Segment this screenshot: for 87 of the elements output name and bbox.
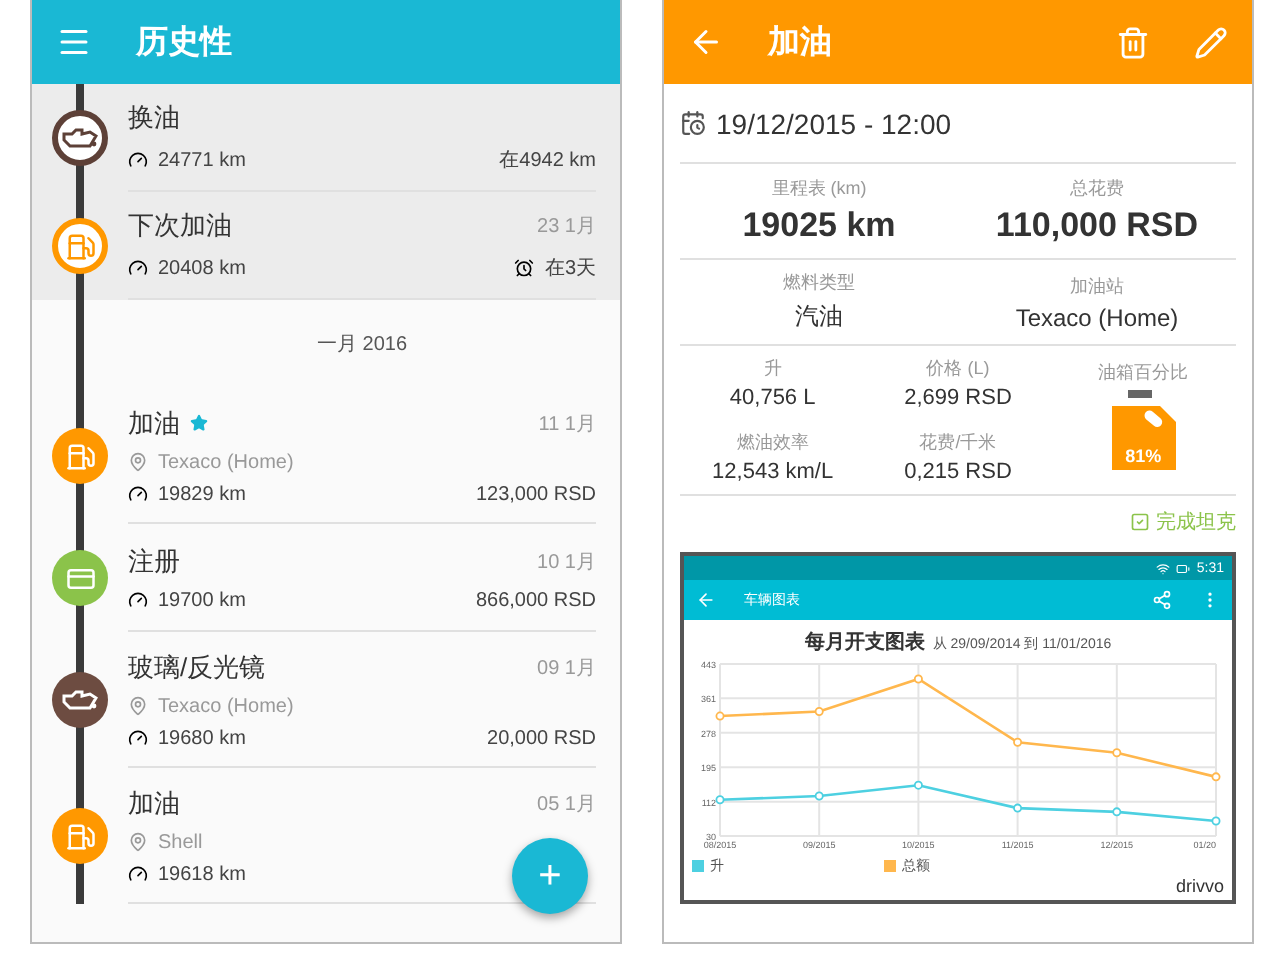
station-name: Shell: [158, 831, 203, 853]
stat-value: 汽油: [795, 300, 843, 334]
fuel-pump-icon: [65, 231, 95, 261]
due-text: 在4942 km: [499, 148, 596, 174]
data-point: [715, 795, 725, 805]
fuel-tank-icon: [1107, 389, 1180, 473]
data-point: [1211, 772, 1221, 782]
stat-label: 升: [763, 356, 782, 382]
app-logo: drivvo: [1173, 876, 1226, 900]
stat-label: 里程表 (km): [771, 176, 867, 202]
odometer-reading: 19680 km: [158, 727, 246, 749]
stat-label: 加油站: [1070, 273, 1124, 299]
odometer-icon: [128, 258, 148, 278]
fuel-pump-icon: [65, 821, 95, 851]
data-point: [814, 707, 824, 716]
entry-date: 05 1月: [537, 791, 596, 817]
stat-label: 燃料类型: [783, 270, 855, 296]
entry-date: 23 1月: [537, 214, 596, 240]
calendar-icon: [680, 110, 706, 136]
odometer-reading: 24771 km: [158, 149, 246, 171]
stat-value: Texaco (Home): [1015, 303, 1179, 331]
data-point: [1112, 807, 1122, 817]
date-time: 19/12/2015 - 12:00: [716, 107, 952, 139]
stat-label: 价格 (L): [926, 356, 990, 382]
entry-date: 11 1月: [538, 411, 596, 437]
odometer-icon: [128, 590, 148, 610]
data-point: [814, 791, 824, 801]
data-point: [913, 674, 923, 684]
screen-title: 历史性: [136, 23, 234, 63]
stat-value: 0,215 RSD: [904, 460, 1012, 484]
menu-icon[interactable]: [56, 24, 92, 60]
data-point: [1112, 748, 1122, 758]
fuel-pump-icon: [65, 441, 95, 471]
entry-title: 换油: [128, 100, 180, 136]
odometer-icon: [128, 484, 148, 504]
screen-title: 加油: [768, 23, 834, 63]
odometer-reading: 19618 km: [158, 863, 246, 885]
back-icon[interactable]: [688, 24, 724, 60]
back-icon: [696, 590, 716, 610]
entry-title: 玻璃/反光镜: [128, 649, 266, 685]
data-point: [1211, 816, 1221, 826]
tank-percentage: 81%: [1125, 445, 1162, 465]
entry-date: 10 1月: [537, 549, 596, 575]
odometer-icon: [128, 728, 148, 748]
chart-title: 每月开支图表: [804, 629, 925, 656]
location-icon: [128, 696, 148, 716]
stat-value: 40,756 L: [729, 386, 816, 410]
stat-value: 12,543 km/L: [712, 460, 834, 484]
stat-value: 110,000 RSD: [995, 206, 1199, 246]
odometer-icon: [128, 150, 148, 170]
station-name: Texaco (Home): [158, 451, 294, 473]
full-tank-label: 完成坦克: [1156, 509, 1236, 536]
data-point: [715, 711, 725, 721]
stat-label: 花费/千米: [919, 430, 997, 456]
share-icon: [1152, 590, 1172, 610]
edit-icon[interactable]: [1194, 25, 1228, 59]
entry-title: 注册: [128, 543, 180, 579]
location-icon: [128, 452, 148, 472]
data-point: [1013, 737, 1023, 747]
odometer-reading: 19829 km: [158, 483, 246, 505]
location-icon: [128, 832, 148, 852]
entry-title: 下次加油: [128, 208, 232, 244]
data-point: [1013, 803, 1023, 813]
card-icon: [65, 563, 95, 593]
stat-label: 总花费: [1070, 176, 1124, 202]
station-name: Texaco (Home): [158, 695, 294, 717]
odometer-reading: 19700 km: [158, 589, 246, 611]
odometer-icon: [128, 864, 148, 884]
entry-amount: 20,000 RSD: [487, 727, 596, 749]
stat-value: 2,699 RSD: [904, 386, 1012, 410]
entry-title: 加油: [128, 785, 180, 821]
wifi-icon: [1156, 561, 1171, 575]
stat-label: 燃油效率: [736, 430, 809, 456]
entry-amount: 123,000 RSD: [475, 483, 596, 505]
month-header: 一月 2016: [316, 332, 408, 358]
battery-icon: [1176, 561, 1191, 575]
entry-amount: 866,000 RSD: [475, 589, 596, 611]
due-text: 在3天: [544, 256, 596, 282]
delete-icon[interactable]: [1116, 25, 1150, 59]
history-entry[interactable]: 下次加油 23 1月 20408 km 在3天: [32, 192, 620, 300]
data-point: [913, 780, 923, 790]
history-entry[interactable]: 换油 24771 km 在4942 km: [32, 84, 620, 192]
odometer-reading: 20408 km: [158, 257, 246, 279]
entry-title: 加油: [128, 405, 180, 441]
stat-label: 油箱百分比: [1098, 359, 1189, 385]
stat-value: 19025 km: [742, 206, 896, 246]
entry-date: 09 1月: [537, 655, 596, 681]
